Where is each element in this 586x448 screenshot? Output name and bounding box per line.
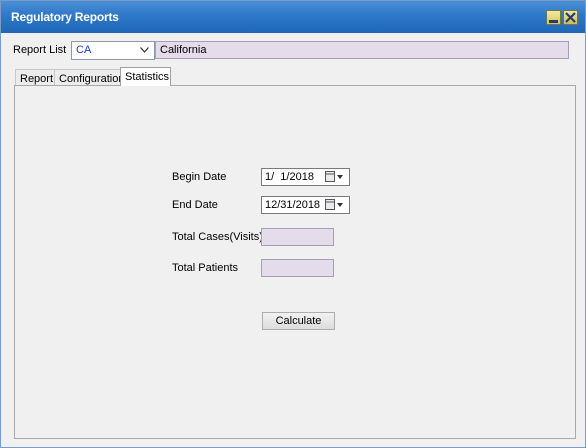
chevron-down-icon	[140, 47, 149, 53]
calculate-button[interactable]: Calculate	[262, 312, 335, 330]
end-date-value: 12/31/2018	[265, 199, 321, 211]
report-name-value: California	[160, 44, 207, 56]
report-list-dropdown[interactable]: CA	[71, 41, 155, 60]
tab-report[interactable]: Report	[15, 69, 55, 85]
total-patients-field	[261, 259, 334, 277]
report-name-field: California	[155, 41, 569, 59]
total-cases-field	[261, 228, 334, 246]
close-button[interactable]	[563, 10, 578, 25]
tab-statistics[interactable]: Statistics	[120, 67, 171, 86]
calendar-dropdown-icon	[325, 199, 343, 210]
end-date-label: End Date	[172, 199, 218, 211]
report-list-label: Report List	[13, 44, 67, 56]
window-title: Regulatory Reports	[11, 10, 119, 24]
report-list-value: CA	[76, 44, 92, 56]
end-date-picker[interactable]: 12/31/2018	[261, 196, 350, 214]
begin-date-value: 1/ 1/2018	[265, 171, 314, 183]
calendar-dropdown-icon	[325, 171, 343, 182]
tab-report-label: Report	[20, 73, 54, 85]
begin-date-label: Begin Date	[172, 171, 227, 183]
begin-date-picker[interactable]: 1/ 1/2018	[261, 168, 350, 186]
title-bar[interactable]: Regulatory Reports	[1, 1, 585, 33]
regulatory-reports-window: Regulatory Reports Report List CA Califo…	[0, 0, 586, 448]
tab-configuration-label: Configuration	[59, 73, 125, 85]
total-cases-label: Total Cases(Visits)	[172, 231, 263, 243]
statistics-panel: Begin Date 1/ 1/2018 End Date 12/31/2018	[14, 85, 576, 439]
close-icon	[565, 12, 576, 23]
total-patients-label: Total Patients	[172, 262, 239, 274]
minimize-button[interactable]	[546, 10, 561, 25]
minimize-icon	[549, 20, 558, 23]
window-client-area: Report List CA California Report Configu…	[5, 33, 581, 443]
tab-configuration[interactable]: Configuration	[54, 69, 125, 85]
tab-statistics-label: Statistics	[125, 71, 170, 83]
